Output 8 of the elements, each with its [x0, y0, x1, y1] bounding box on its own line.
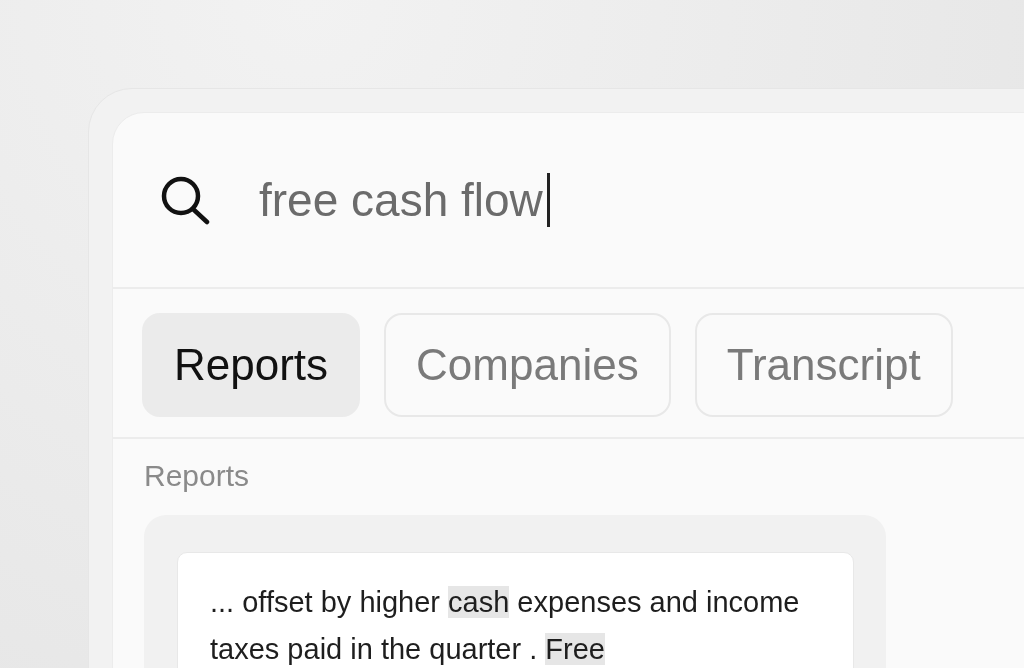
tab[interactable]: Companies [384, 313, 671, 417]
result-card[interactable]: ... offset by higher cash expenses and income taxes paid in the quarter . Free [177, 552, 854, 668]
search-field[interactable]: free cash flow [259, 173, 550, 227]
section-heading: Reports [144, 459, 250, 493]
result-snippet: ... offset by higher cash expenses and income taxes paid in the quarter . Free [210, 585, 801, 667]
search-icon [159, 175, 211, 225]
tab[interactable]: Reports [142, 313, 361, 417]
tab[interactable]: Transcript [694, 313, 953, 417]
